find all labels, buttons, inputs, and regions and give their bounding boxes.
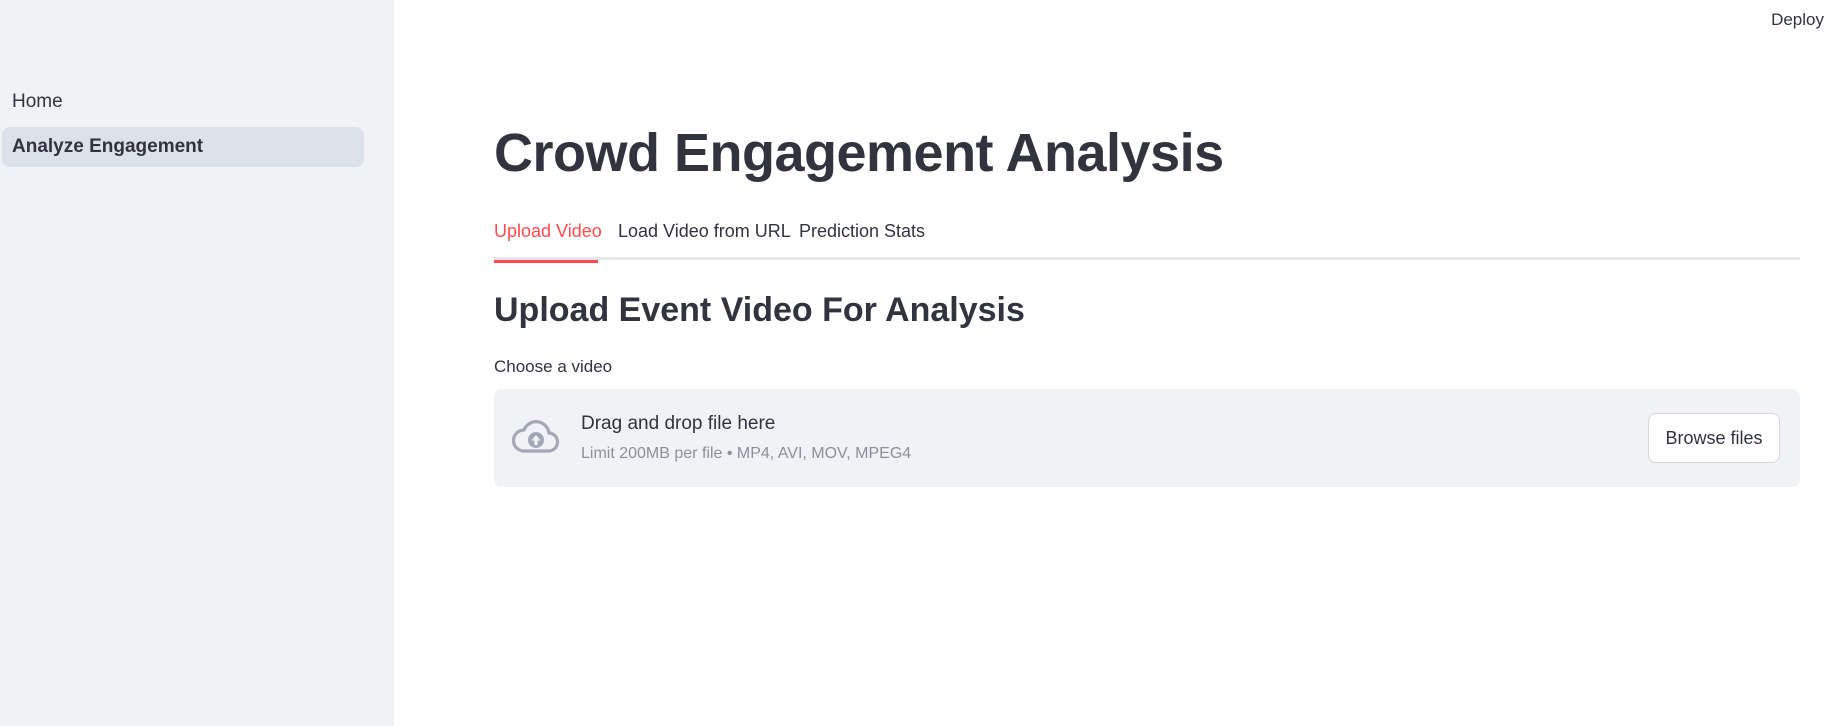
dropzone-title: Drag and drop file here [581, 413, 776, 434]
page-title: Crowd Engagement Analysis [494, 123, 1224, 183]
browse-files-button[interactable]: Browse files [1648, 413, 1780, 463]
header: Deploy [394, 0, 1832, 46]
tab-bar: Upload Video Load Video from URL Predict… [494, 218, 1800, 263]
tab-prediction-stats[interactable]: Prediction Stats [799, 221, 925, 260]
sidebar-item-home[interactable]: Home [2, 82, 364, 122]
sidebar: Home Analyze Engagement [0, 0, 394, 726]
tab-upload-video[interactable]: Upload Video [494, 221, 602, 263]
active-tab-indicator [494, 260, 598, 263]
sidebar-item-analyze-engagement[interactable]: Analyze Engagement [2, 127, 364, 167]
tab-load-video-from-url[interactable]: Load Video from URL [618, 221, 791, 260]
cloud-upload-icon [512, 420, 560, 453]
tab-label: Load Video from URL [618, 221, 791, 241]
sidebar-nav: Home Analyze Engagement [2, 82, 364, 172]
section-heading: Upload Event Video For Analysis [494, 291, 1025, 329]
file-uploader-label: Choose a video [494, 357, 613, 376]
tab-label: Upload Video [494, 221, 602, 241]
deploy-button[interactable]: Deploy [1771, 10, 1824, 30]
file-dropzone[interactable]: Drag and drop file here Limit 200MB per … [494, 389, 1800, 487]
dropzone-limits: Limit 200MB per file • MP4, AVI, MOV, MP… [581, 445, 912, 462]
tab-label: Prediction Stats [799, 221, 926, 241]
app-root: Home Analyze Engagement Deploy Crowd Eng… [0, 0, 1832, 726]
